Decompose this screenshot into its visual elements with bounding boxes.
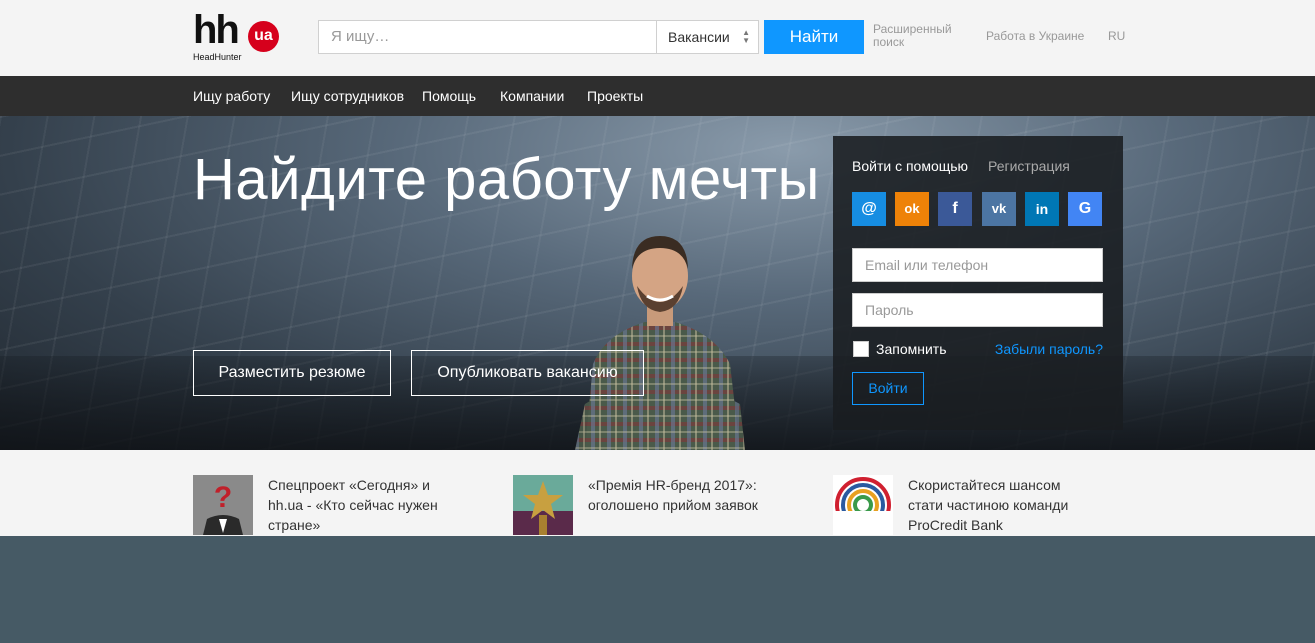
login-button[interactable]: Войти: [852, 372, 924, 405]
nav-item-find-employees[interactable]: Ищу сотрудников: [291, 76, 404, 116]
google-icon[interactable]: G: [1068, 192, 1102, 226]
news-thumbnail-question: ?: [193, 475, 253, 535]
search-input[interactable]: Я ищу…: [318, 20, 656, 54]
hero-person-image: [575, 236, 745, 450]
post-resume-button[interactable]: Разместить резюме: [193, 350, 391, 396]
news-thumbnail-award: [513, 475, 573, 535]
logo-subtitle: HeadHunter: [193, 52, 242, 62]
news-item[interactable]: ? Спецпроект «Сегодня» и hh.ua - «Кто се…: [193, 475, 453, 535]
select-arrows-icon: ▲ ▼: [742, 28, 750, 45]
email-field[interactable]: Email или телефон: [852, 248, 1103, 282]
forgot-password-link[interactable]: Забыли пароль?: [995, 341, 1103, 357]
news-strip: ? Спецпроект «Сегодня» и hh.ua - «Кто се…: [0, 450, 1315, 536]
advanced-search-link[interactable]: Расширенный поиск: [873, 23, 963, 49]
tab-login-with[interactable]: Войти с помощью: [852, 158, 968, 174]
svg-text:?: ?: [214, 481, 232, 514]
remember-label: Запомнить: [876, 341, 947, 357]
nav-item-help[interactable]: Помощь: [422, 76, 476, 116]
hero-title: Найдите работу мечты: [193, 147, 820, 212]
logo[interactable]: hh ua HeadHunter: [193, 8, 283, 64]
news-text[interactable]: Спецпроект «Сегодня» и hh.ua - «Кто сейч…: [268, 475, 453, 535]
remember-checkbox[interactable]: [853, 341, 869, 357]
logo-text: hh: [193, 8, 240, 52]
header: hh ua HeadHunter Я ищу… Вакансии ▲ ▼ Найт…: [0, 0, 1315, 76]
login-panel: Войти с помощью Регистрация @ ok f vk in…: [833, 136, 1123, 430]
linkedin-icon[interactable]: in: [1025, 192, 1059, 226]
region-link[interactable]: Работа в Украине: [986, 29, 1084, 43]
logo-badge: ua: [248, 21, 279, 52]
news-item[interactable]: «Премія HR-бренд 2017»: оголошено прийом…: [513, 475, 773, 535]
password-field[interactable]: Пароль: [852, 293, 1103, 327]
search-button[interactable]: Найти: [764, 20, 864, 54]
mail-icon[interactable]: @: [852, 192, 886, 226]
nav-item-projects[interactable]: Проекты: [587, 76, 643, 116]
odnoklassniki-icon[interactable]: ok: [895, 192, 929, 226]
nav-item-find-job[interactable]: Ищу работу: [193, 76, 270, 116]
facebook-icon[interactable]: f: [938, 192, 972, 226]
language-switch[interactable]: RU: [1108, 29, 1125, 43]
vk-icon[interactable]: vk: [982, 192, 1016, 226]
search-type-select[interactable]: Вакансии ▲ ▼: [656, 20, 759, 54]
bottom-bar: [0, 536, 1315, 643]
post-vacancy-button[interactable]: Опубликовать вакансию: [411, 350, 644, 396]
hero-banner: Найдите работу мечты Разместить резюме О…: [0, 116, 1315, 450]
tab-register[interactable]: Регистрация: [988, 158, 1070, 174]
news-text[interactable]: Скористайтеся шансом стати частиною кома…: [908, 475, 1093, 535]
main-nav: Ищу работу Ищу сотрудников Помощь Компан…: [0, 76, 1315, 116]
search-type-value: Вакансии: [668, 29, 730, 45]
news-item[interactable]: Скористайтеся шансом стати частиною кома…: [833, 475, 1093, 535]
nav-item-companies[interactable]: Компании: [500, 76, 564, 116]
news-text[interactable]: «Премія HR-бренд 2017»: оголошено прийом…: [588, 475, 773, 515]
news-thumbnail-procredit-logo: [833, 475, 893, 535]
